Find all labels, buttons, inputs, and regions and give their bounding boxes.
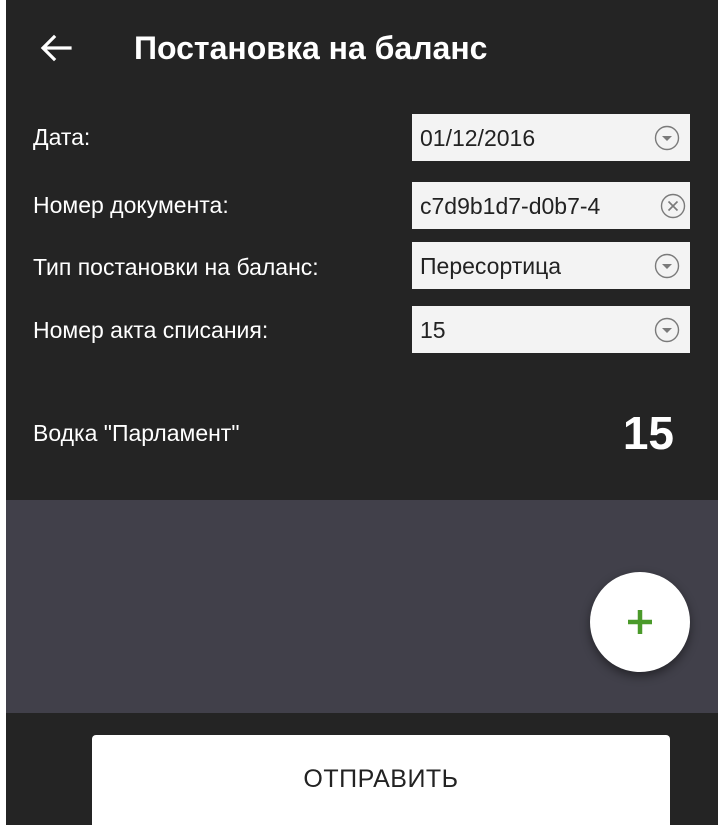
item-quantity: 15 bbox=[622, 407, 674, 459]
send-button-label: ОТПРАВИТЬ bbox=[303, 765, 459, 793]
bottom-bar: ОТПРАВИТЬ bbox=[6, 713, 718, 825]
back-button[interactable] bbox=[36, 28, 76, 68]
doc-number-value: c7d9b1d7-d0b7-4 bbox=[420, 193, 601, 219]
chevron-down-icon bbox=[654, 253, 680, 279]
plus-icon bbox=[628, 610, 652, 634]
item-name: Водка "Парламент" bbox=[33, 420, 240, 446]
doc-number-label: Номер документа: bbox=[33, 192, 229, 218]
date-label: Дата: bbox=[33, 124, 91, 150]
app-bar: Постановка на баланс bbox=[6, 0, 718, 100]
type-select[interactable]: Пересортица bbox=[412, 242, 690, 289]
type-label: Тип постановки на баланс: bbox=[33, 254, 319, 280]
add-button[interactable] bbox=[590, 572, 690, 672]
screen: Постановка на баланс Дата: 01/12/2016 Но… bbox=[6, 0, 718, 825]
form-panel: Дата: 01/12/2016 Номер документа: c7d9b1… bbox=[6, 100, 718, 500]
date-field[interactable]: 01/12/2016 bbox=[412, 114, 690, 161]
doc-number-field[interactable]: c7d9b1d7-d0b7-4 bbox=[412, 182, 690, 229]
act-label: Номер акта списания: bbox=[33, 317, 269, 343]
act-select[interactable]: 15 bbox=[412, 306, 690, 353]
chevron-down-icon bbox=[654, 125, 680, 151]
arrow-left-icon bbox=[40, 34, 72, 62]
act-value: 15 bbox=[420, 317, 446, 343]
type-value: Пересортица bbox=[420, 253, 562, 279]
chevron-down-icon bbox=[654, 317, 680, 343]
send-button[interactable]: ОТПРАВИТЬ bbox=[92, 735, 670, 825]
page-title: Постановка на баланс bbox=[134, 30, 488, 66]
clear-icon[interactable] bbox=[660, 193, 686, 219]
date-value: 01/12/2016 bbox=[420, 125, 536, 151]
